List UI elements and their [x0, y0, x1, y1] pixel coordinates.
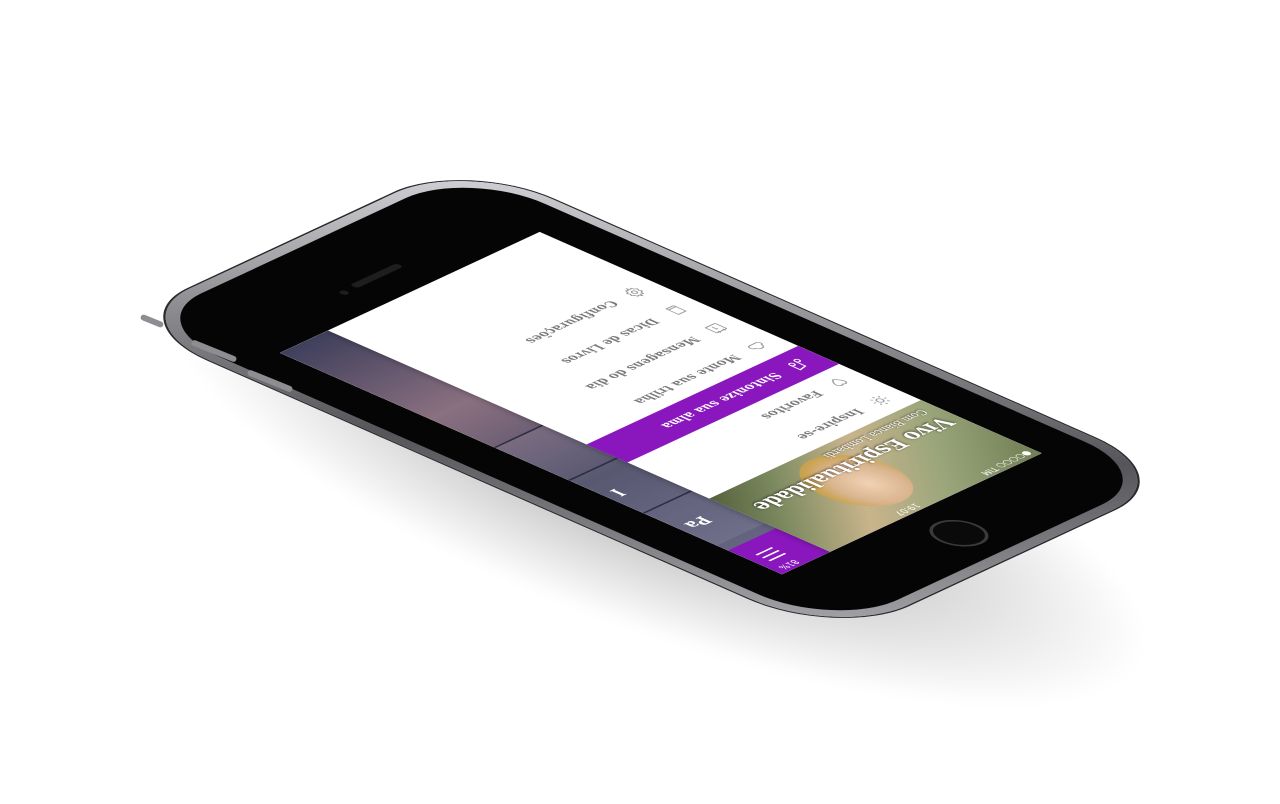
mute-switch[interactable]: [139, 313, 165, 329]
content-card-label: I: [604, 486, 630, 498]
phone: Pa I Vivo Espiritualidade Com Bianca Lom…: [120, 160, 1183, 638]
device-mockup: Pa I Vivo Espiritualidade Com Bianca Lom…: [0, 0, 1280, 804]
content-card-label: Pa: [678, 513, 717, 531]
